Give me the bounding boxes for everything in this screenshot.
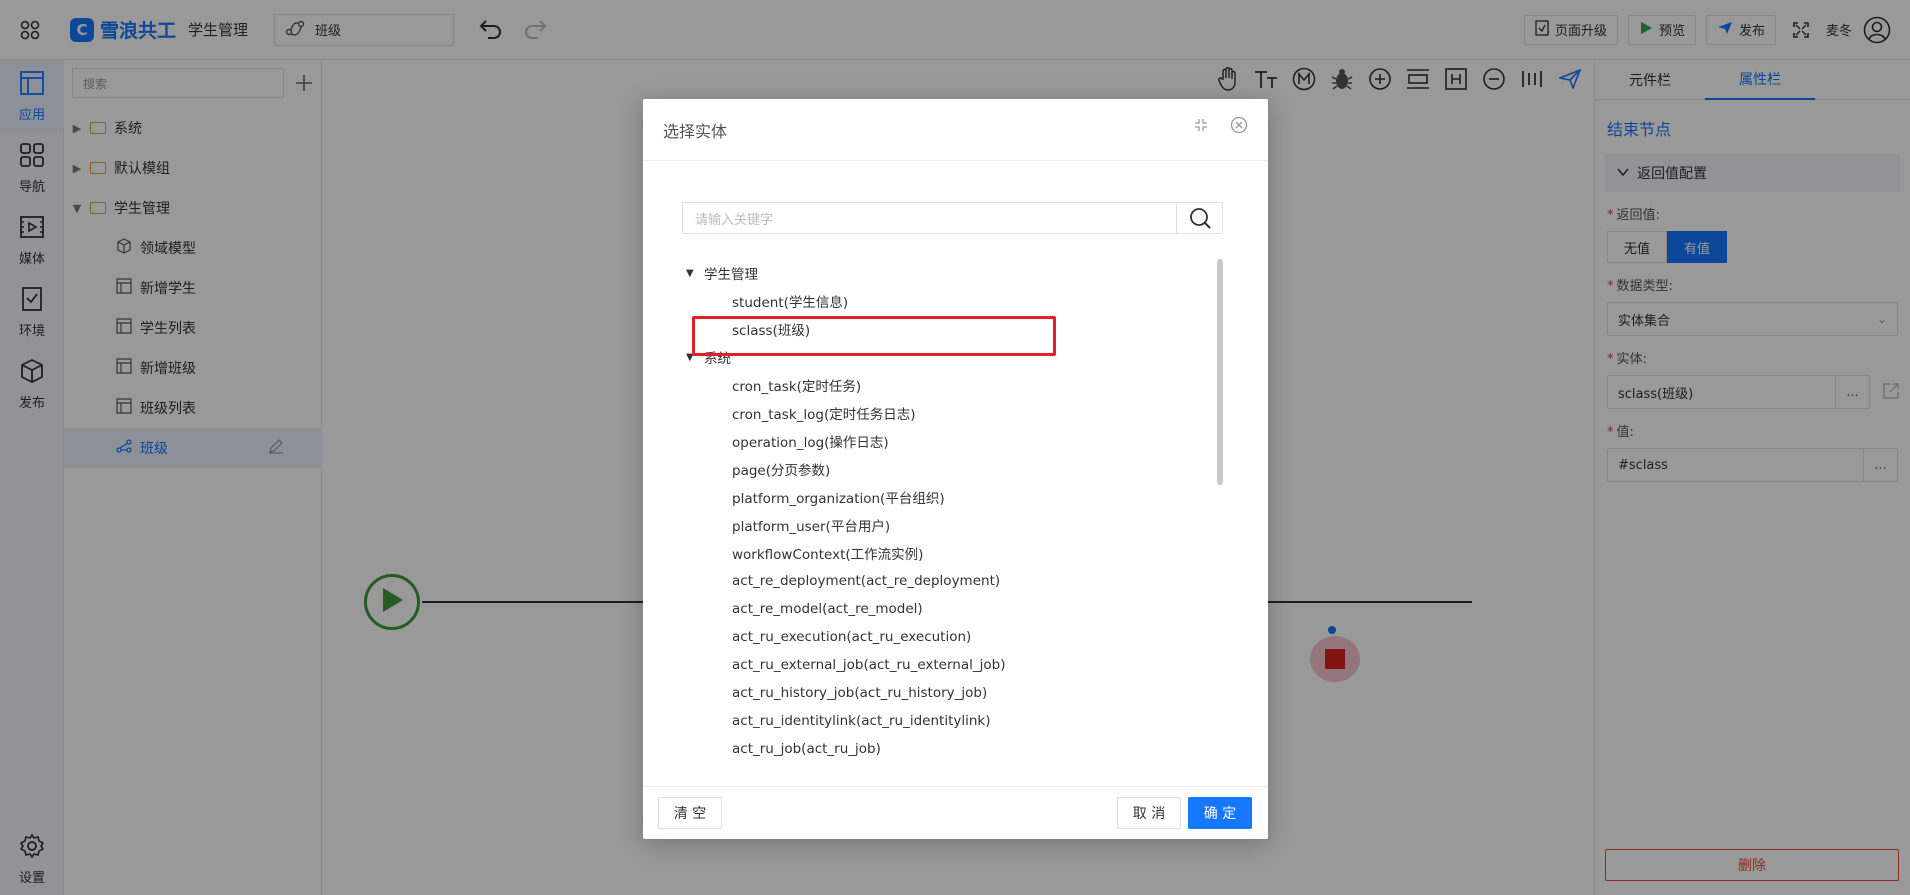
entity-item[interactable]: act_ru_external_job(act_ru_external_job): [682, 651, 1192, 679]
search-icon[interactable]: [1176, 203, 1222, 233]
close-icon[interactable]: [1229, 115, 1249, 135]
entity-item[interactable]: act_ru_identitylink(act_ru_identitylink): [682, 707, 1192, 735]
dialog-header: 选择实体: [643, 99, 1268, 161]
entity-item[interactable]: page(分页参数): [682, 455, 1192, 483]
entity-search-input[interactable]: 请输入关键字: [682, 202, 1223, 234]
entity-list-scrollbar[interactable]: [1217, 259, 1223, 485]
entity-item[interactable]: cron_task_log(定时任务日志): [682, 399, 1192, 427]
entity-item[interactable]: workflowContext(工作流实例): [682, 539, 1192, 567]
dialog-footer: 清 空 取 消 确 定: [643, 786, 1268, 839]
entity-item[interactable]: act_re_model(act_re_model): [682, 595, 1192, 623]
cancel-button[interactable]: 取 消: [1117, 797, 1181, 829]
clear-button[interactable]: 清 空: [658, 797, 722, 829]
app-root: C 雪浪共工 学生管理 班级 页面升级 预览 发布 麦冬 应用 导航 媒体 环境…: [0, 0, 1910, 895]
confirm-button[interactable]: 确 定: [1188, 797, 1252, 829]
entity-group-student-mgmt[interactable]: ▼ 学生管理: [682, 259, 1192, 287]
collapse-icon[interactable]: [1191, 115, 1211, 135]
entity-group-label: 学生管理: [704, 267, 758, 283]
selection-highlight: [692, 316, 1056, 356]
entity-item[interactable]: act_ru_execution(act_ru_execution): [682, 623, 1192, 651]
entity-item[interactable]: student(学生信息): [682, 287, 1192, 315]
select-entity-dialog: 选择实体 请输入关键字 ▼ 学生管理 student(学生信息) sclass(…: [643, 99, 1268, 839]
search-placeholder: 请输入关键字: [695, 212, 774, 228]
entity-item[interactable]: act_ru_history_job(act_ru_history_job): [682, 679, 1192, 707]
entity-item[interactable]: operation_log(操作日志): [682, 427, 1192, 455]
dialog-title: 选择实体: [663, 121, 728, 141]
caret-down-icon[interactable]: ▼: [686, 268, 696, 279]
entity-item[interactable]: cron_task(定时任务): [682, 371, 1192, 399]
entity-item[interactable]: act_re_deployment(act_re_deployment): [682, 567, 1192, 595]
entity-item[interactable]: act_ru_job(act_ru_job): [682, 735, 1192, 759]
entity-item[interactable]: platform_user(平台用户): [682, 511, 1192, 539]
entity-item[interactable]: platform_organization(平台组织): [682, 483, 1192, 511]
